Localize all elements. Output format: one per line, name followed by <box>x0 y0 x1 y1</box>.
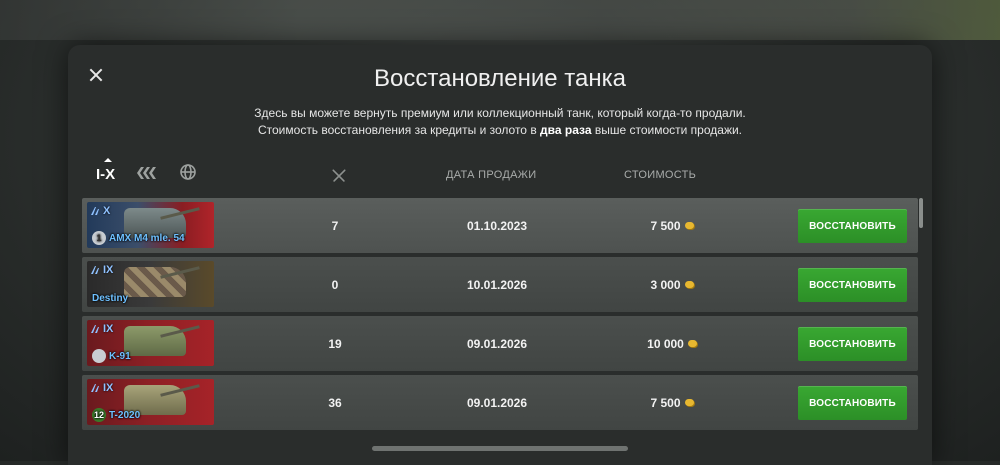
battles-count: 7 <box>331 218 339 233</box>
gold-coin-icon <box>687 340 697 347</box>
tank-card[interactable]: IX Destiny <box>87 261 214 307</box>
restore-button[interactable]: ВОССТАНОВИТЬ <box>798 209 907 243</box>
table-row[interactable]: X 1 AMX M4 mle. 54 7 01.10.2023 7 500 ВО… <box>82 198 918 253</box>
sale-date: 01.10.2023 <box>466 218 528 233</box>
tank-class-icon <box>91 325 99 333</box>
subtitle-line-1: Здесь вы можете вернуть премиум или колл… <box>254 106 746 120</box>
gold-coin-icon <box>684 281 694 288</box>
restore-cost: 3 000 <box>622 257 722 312</box>
vertical-scrollbar[interactable] <box>919 198 923 228</box>
tank-name-label: Destiny <box>92 293 129 304</box>
tank-card[interactable]: IX K-91 <box>87 320 214 366</box>
cost-value: 3 000 <box>650 277 681 292</box>
column-cost-header: СТОИМОСТЬ <box>624 169 697 181</box>
tank-class-icon <box>91 207 99 215</box>
mastery-badge <box>92 349 106 363</box>
dialog-title: Восстановление танка <box>374 65 626 92</box>
tank-name-label: K-91 <box>109 350 131 362</box>
sale-date: 09.01.2026 <box>466 395 528 410</box>
home-indicator[interactable] <box>372 446 628 451</box>
restore-cost: 7 500 <box>622 198 722 253</box>
table-row[interactable]: IX 12 T-2020 36 09.01.2026 7 500 ВОССТАН… <box>82 375 918 430</box>
filter-tier-button[interactable]: I-X <box>96 157 115 183</box>
restore-button[interactable]: ВОССТАНОВИТЬ <box>798 386 907 420</box>
battles-count: 36 <box>328 395 342 410</box>
mastery-badge: 1 <box>92 231 106 245</box>
mastery-badge: 12 <box>92 408 106 422</box>
tier-label: IX <box>103 264 114 276</box>
globe-icon <box>180 164 196 180</box>
filter-nation-button[interactable] <box>177 161 199 183</box>
tank-class-icon <box>91 266 99 274</box>
restore-button[interactable]: ВОССТАНОВИТЬ <box>798 268 907 302</box>
tier-badge: X <box>90 205 110 217</box>
crossed-swords-icon <box>332 169 346 182</box>
filter-type-button[interactable] <box>135 161 157 183</box>
sale-date: 09.01.2026 <box>466 336 528 351</box>
tier-label: IX <box>103 382 114 394</box>
gold-coin-icon <box>684 222 694 229</box>
cost-value: 7 500 <box>650 395 681 410</box>
subtitle-line-2: Стоимость восстановления за кредиты и зо… <box>257 123 743 137</box>
tank-card[interactable]: X 1 AMX M4 mle. 54 <box>87 202 214 248</box>
column-battles-header <box>330 167 348 185</box>
tier-badge: IX <box>90 264 113 276</box>
restore-cost: 10 000 <box>622 316 722 371</box>
column-date-header: ДАТА ПРОДАЖИ <box>446 169 537 181</box>
restore-button[interactable]: ВОССТАНОВИТЬ <box>798 327 907 361</box>
tier-badge: IX <box>90 323 113 335</box>
vehicle-type-icon <box>137 167 157 179</box>
tank-name: 12 T-2020 <box>92 408 140 422</box>
battles-count: 19 <box>328 336 342 351</box>
tank-list: X 1 AMX M4 mle. 54 7 01.10.2023 7 500 ВО… <box>82 198 918 434</box>
table-row[interactable]: IX Destiny 0 10.01.2026 3 000 ВОССТАНОВИ… <box>82 257 918 312</box>
tank-card[interactable]: IX 12 T-2020 <box>87 379 214 425</box>
subtitle-bold: два раза <box>540 123 592 137</box>
tank-name: 1 AMX M4 mle. 54 <box>92 231 185 245</box>
sale-date: 10.01.2026 <box>466 277 528 292</box>
tank-name: K-91 <box>92 349 131 363</box>
dialog-subtitle: Здесь вы можете вернуть премиум или колл… <box>68 105 932 139</box>
tier-label: IX <box>103 323 114 335</box>
filter-bar: I-X <box>96 157 199 187</box>
background-strip <box>0 0 1000 40</box>
restore-tank-dialog: Восстановление танка Здесь вы можете вер… <box>68 45 932 465</box>
cost-value: 7 500 <box>650 218 681 233</box>
tier-label: X <box>103 205 111 217</box>
gold-coin-icon <box>684 399 694 406</box>
tier-badge: IX <box>90 382 113 394</box>
battles-count: 0 <box>331 277 339 292</box>
cost-value: 10 000 <box>647 336 684 351</box>
tank-name-label: T-2020 <box>109 409 141 421</box>
table-row[interactable]: IX K-91 19 09.01.2026 10 000 ВОССТАНОВИТ… <box>82 316 918 371</box>
tank-name-label: AMX M4 mle. 54 <box>109 232 185 244</box>
restore-cost: 7 500 <box>622 375 722 430</box>
tank-name: Destiny <box>92 293 128 304</box>
tank-class-icon <box>91 384 99 392</box>
